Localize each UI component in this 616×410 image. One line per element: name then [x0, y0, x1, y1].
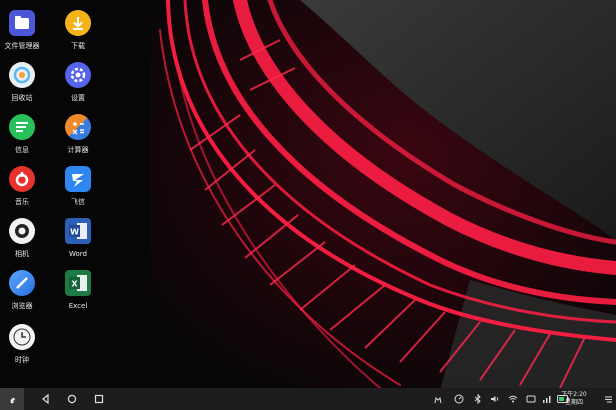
wifi-icon: [508, 395, 518, 403]
app-recycle-bin[interactable]: 回收站: [0, 62, 48, 114]
volume-icon: [491, 396, 499, 402]
tablet-icon: [526, 395, 536, 403]
start-button[interactable]: ꬲ: [0, 388, 24, 410]
app-label: 设置: [71, 94, 85, 102]
app-excel[interactable]: X Excel: [52, 270, 104, 322]
app-fetion[interactable]: 飞信: [52, 166, 104, 218]
app-label: 飞信: [71, 198, 85, 206]
fetion-icon: [65, 166, 91, 192]
app-label: 下载: [71, 42, 85, 50]
clock-readout[interactable]: 下午2:20 星期四: [554, 391, 594, 407]
back-button[interactable]: [38, 388, 54, 410]
home-button[interactable]: [64, 388, 80, 410]
app-download[interactable]: 下载: [52, 10, 104, 62]
app-label: 文件管理器: [4, 42, 40, 50]
app-settings[interactable]: 设置: [52, 62, 104, 114]
weekday-text: 星期四: [564, 399, 583, 406]
calculator-icon: [65, 114, 91, 140]
word-icon: W: [65, 218, 91, 244]
message-icon: [9, 114, 35, 140]
signal-tray-button[interactable]: [541, 388, 553, 410]
speedometer-tray-button[interactable]: [452, 388, 466, 410]
recents-icon: [94, 394, 104, 404]
app-camera[interactable]: 相机: [0, 218, 48, 270]
app-calculator[interactable]: 计算器: [52, 114, 104, 166]
signal-icon: [543, 396, 551, 403]
settings-icon: [65, 62, 91, 88]
clock-icon: [9, 324, 35, 350]
taskbar: ꬲ 下午2:20 星期四: [0, 388, 616, 410]
app-word[interactable]: W Word: [52, 218, 104, 270]
desktop-icon-grid: 文件管理器 下载 回收站 设置 信息 计算器 音乐 飞信 相机 W Word 浏…: [0, 0, 120, 388]
bluetooth-icon: [474, 394, 481, 404]
app-label: 信息: [15, 146, 29, 154]
wifi-tray-button[interactable]: [507, 388, 519, 410]
browser-icon: [9, 270, 35, 296]
time-text: 下午2:20: [561, 391, 587, 398]
volume-tray-button[interactable]: [489, 388, 501, 410]
app-label: 回收站: [11, 94, 33, 102]
svg-text:X: X: [71, 280, 78, 289]
home-icon: [67, 394, 77, 404]
app-file-manager[interactable]: 文件管理器: [0, 10, 48, 62]
bluetooth-tray-button[interactable]: [472, 388, 484, 410]
svg-text:W: W: [70, 228, 79, 237]
recycle-bin-icon: [9, 62, 35, 88]
app-label: Excel: [68, 302, 88, 310]
person-icon: [434, 396, 442, 404]
app-music[interactable]: 音乐: [0, 166, 48, 218]
app-clock[interactable]: 时钟: [0, 324, 48, 376]
camera-icon: [9, 218, 35, 244]
excel-icon: X: [65, 270, 91, 296]
app-browser[interactable]: 浏览器: [0, 270, 48, 322]
app-label: Word: [69, 250, 87, 258]
svg-text:ꬲ: ꬲ: [10, 395, 15, 406]
back-icon: [42, 394, 49, 404]
app-label: 计算器: [67, 146, 89, 154]
folder-icon: [9, 10, 35, 36]
app-label: 时钟: [15, 356, 29, 364]
app-label: 音乐: [15, 198, 29, 206]
download-icon: [65, 10, 91, 36]
person-tray-button[interactable]: [431, 388, 445, 410]
speedometer-icon: [454, 394, 464, 404]
app-label: 浏览器: [11, 302, 33, 310]
start-logo-icon: ꬲ: [10, 395, 15, 406]
music-icon: [9, 166, 35, 192]
app-messages[interactable]: 信息: [0, 114, 48, 166]
notification-list-icon: [604, 396, 612, 402]
tablet-tray-button[interactable]: [525, 388, 537, 410]
app-label: 相机: [15, 250, 29, 258]
recents-button[interactable]: [91, 388, 107, 410]
notification-button[interactable]: [602, 388, 614, 410]
